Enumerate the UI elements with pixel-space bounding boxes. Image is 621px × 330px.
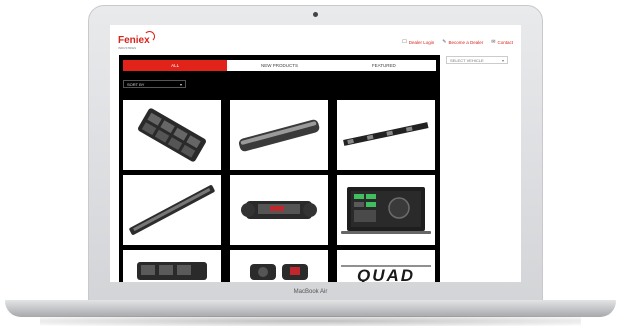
product-card[interactable] bbox=[123, 100, 221, 170]
laptop-base bbox=[5, 300, 616, 317]
header-link-label: Dealer Login bbox=[408, 39, 435, 45]
light-module-icon bbox=[137, 262, 207, 280]
product-card[interactable] bbox=[230, 100, 328, 170]
product-catalog: ALL NEW PRODUCTS FEATURED SORT BY ▾ QUAD bbox=[119, 55, 440, 282]
header-links: ☐ Dealer Login ✎ Become a Dealer ✉ Conta… bbox=[402, 39, 513, 45]
product-card[interactable] bbox=[337, 100, 435, 170]
sort-select[interactable]: SORT BY ▾ bbox=[123, 80, 186, 88]
catalog-tabs: ALL NEW PRODUCTS FEATURED bbox=[123, 60, 436, 71]
product-card[interactable] bbox=[123, 250, 221, 282]
chevron-down-icon: ▾ bbox=[179, 81, 182, 87]
user-icon: ☐ bbox=[402, 39, 407, 45]
lightbar-module-icon bbox=[138, 108, 206, 162]
product-grid: QUAD bbox=[123, 100, 435, 282]
header-link-label: Contact bbox=[497, 39, 513, 45]
tab-featured[interactable]: FEATURED bbox=[332, 60, 436, 71]
vehicle-select-value: SELECT VEHICLE bbox=[450, 57, 484, 63]
product-card[interactable] bbox=[230, 250, 328, 282]
product-card[interactable] bbox=[230, 175, 328, 245]
low-profile-lightbar-icon bbox=[238, 119, 320, 152]
laptop-screen: Feniex INDUSTRIES ☐ Dealer Login ✎ Becom… bbox=[110, 25, 521, 282]
chevron-down-icon: ▾ bbox=[501, 57, 504, 63]
pencil-icon: ✎ bbox=[442, 39, 447, 45]
siren-speaker-icon bbox=[250, 264, 308, 280]
dealer-login-link[interactable]: ☐ Dealer Login bbox=[402, 39, 434, 45]
header-link-label: Become a Dealer bbox=[448, 39, 484, 45]
product-card[interactable]: QUAD bbox=[337, 250, 435, 282]
webcam-icon bbox=[313, 12, 318, 17]
sort-select-value: SORT BY bbox=[127, 81, 145, 87]
linear-light-stick-icon bbox=[129, 185, 215, 235]
quad-logo-icon: QUAD bbox=[341, 265, 431, 282]
laptop-shadow bbox=[40, 316, 581, 326]
logo-tagline: INDUSTRIES bbox=[118, 46, 137, 50]
product-card[interactable] bbox=[337, 175, 435, 245]
side-panel bbox=[440, 69, 521, 282]
envelope-icon: ✉ bbox=[491, 39, 496, 45]
tab-new-products[interactable]: NEW PRODUCTS bbox=[227, 60, 331, 71]
quad-caption: QUAD bbox=[357, 266, 415, 282]
product-card[interactable] bbox=[123, 175, 221, 245]
controller-screen-icon bbox=[341, 187, 431, 234]
tab-all[interactable]: ALL bbox=[123, 60, 228, 71]
slim-lightbar-icon bbox=[343, 122, 429, 146]
contact-link[interactable]: ✉ Contact bbox=[491, 39, 513, 45]
become-dealer-link[interactable]: ✎ Become a Dealer bbox=[442, 39, 483, 45]
model-label: MacBook Air bbox=[293, 289, 328, 295]
vehicle-select[interactable]: SELECT VEHICLE ▾ bbox=[446, 56, 508, 64]
dash-light-icon bbox=[241, 201, 317, 219]
logo-swoosh-icon bbox=[144, 31, 155, 42]
